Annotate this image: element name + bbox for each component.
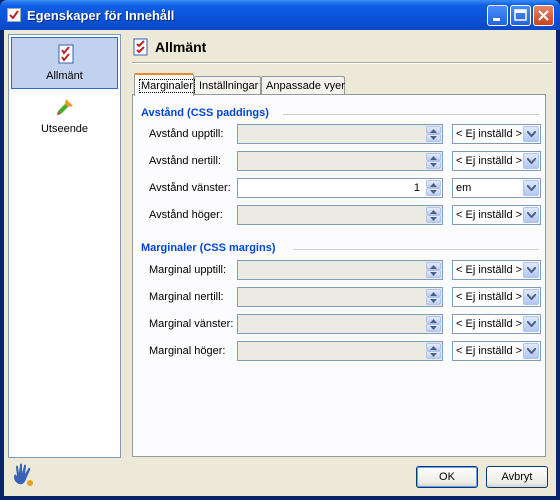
field-value: 1	[413, 182, 420, 194]
row-label: Marginal vänster:	[149, 318, 234, 330]
padding-top-unit-select[interactable]: < Ej inställd >	[452, 124, 541, 144]
row-label: Avstånd nertill:	[149, 155, 221, 167]
spin-up-icon[interactable]	[426, 153, 441, 161]
spin-buttons[interactable]	[426, 316, 441, 332]
select-value: < Ej inställd >	[456, 155, 523, 167]
app-icon	[7, 8, 21, 22]
window-title: Egenskaper för Innehåll	[27, 8, 175, 23]
checklist-icon	[132, 38, 150, 56]
minimize-button[interactable]	[487, 5, 508, 26]
header-divider	[132, 62, 552, 64]
row-label: Avstånd höger:	[149, 209, 223, 221]
padding-bottom-input[interactable]	[237, 151, 443, 171]
spin-up-icon[interactable]	[426, 180, 441, 188]
dialog-window: Egenskaper för Innehåll Allmänt Utseende	[0, 0, 560, 500]
select-value: < Ej inställd >	[456, 209, 523, 221]
group-divider	[293, 249, 539, 250]
spin-up-icon[interactable]	[426, 262, 441, 270]
chevron-down-icon[interactable]	[523, 126, 539, 142]
row-label: Marginal höger:	[149, 345, 226, 357]
row-label: Avstånd vänster:	[149, 182, 231, 194]
spin-up-icon[interactable]	[426, 343, 441, 351]
tab-anpassade-vyer[interactable]: Anpassade vyer	[261, 76, 345, 95]
chevron-down-icon[interactable]	[523, 207, 539, 223]
spin-buttons[interactable]	[426, 343, 441, 359]
padding-right-unit-select[interactable]: < Ej inställd >	[452, 205, 541, 225]
cancel-button[interactable]: Avbryt	[486, 466, 548, 488]
paintbrush-icon	[55, 97, 75, 117]
chevron-down-icon[interactable]	[523, 262, 539, 278]
select-value: < Ej inställd >	[456, 318, 523, 330]
padding-bottom-unit-select[interactable]: < Ej inställd >	[452, 151, 541, 171]
spin-down-icon[interactable]	[426, 270, 441, 278]
group-title-margins: Marginaler (CSS margins)	[141, 242, 276, 254]
margin-bottom-unit-select[interactable]: < Ej inställd >	[452, 287, 541, 307]
padding-right-input[interactable]	[237, 205, 443, 225]
spin-buttons[interactable]	[426, 262, 441, 278]
select-value: < Ej inställd >	[456, 128, 523, 140]
spin-buttons[interactable]	[426, 289, 441, 305]
tab-panel: Avstånd (CSS paddings) Avstånd upptill: …	[132, 94, 546, 457]
chevron-down-icon[interactable]	[523, 289, 539, 305]
tab-marginaler[interactable]: Marginaler	[134, 73, 195, 96]
hand-logo-icon	[10, 462, 36, 488]
row-label: Marginal nertill:	[149, 291, 224, 303]
margin-bottom-input[interactable]	[237, 287, 443, 307]
select-value: < Ej inställd >	[456, 345, 523, 357]
spin-buttons[interactable]	[426, 207, 441, 223]
sidebar-item-label: Allmänt	[46, 70, 83, 82]
margin-left-input[interactable]	[237, 314, 443, 334]
sidebar-item-allmant[interactable]: Allmänt	[11, 37, 118, 89]
select-value: < Ej inställd >	[456, 264, 523, 276]
sidebar-item-label: Utseende	[40, 123, 89, 135]
margin-top-input[interactable]	[237, 260, 443, 280]
ok-button[interactable]: OK	[416, 466, 478, 488]
group-title-paddings: Avstånd (CSS paddings)	[141, 107, 269, 119]
close-button[interactable]	[533, 5, 554, 26]
category-sidebar: Allmänt Utseende	[8, 34, 121, 458]
row-label: Avstånd upptill:	[149, 128, 224, 140]
maximize-button[interactable]	[510, 5, 531, 26]
spin-buttons[interactable]	[426, 126, 441, 142]
checklist-icon	[56, 44, 76, 64]
select-value: < Ej inställd >	[456, 291, 523, 303]
spin-down-icon[interactable]	[426, 351, 441, 359]
margin-left-unit-select[interactable]: < Ej inställd >	[452, 314, 541, 334]
select-value: em	[456, 182, 472, 194]
tab-installningar[interactable]: Inställningar	[194, 76, 261, 95]
page-title: Allmänt	[155, 39, 207, 55]
spin-up-icon[interactable]	[426, 316, 441, 324]
chevron-down-icon[interactable]	[523, 343, 539, 359]
spin-down-icon[interactable]	[426, 188, 441, 196]
spin-down-icon[interactable]	[426, 297, 441, 305]
title-bar[interactable]: Egenskaper för Innehåll	[0, 0, 560, 30]
padding-left-input[interactable]: 1	[237, 178, 443, 198]
spin-down-icon[interactable]	[426, 134, 441, 142]
padding-left-unit-select[interactable]: em	[452, 178, 541, 198]
spin-buttons[interactable]	[426, 153, 441, 169]
chevron-down-icon[interactable]	[523, 180, 539, 196]
spin-up-icon[interactable]	[426, 207, 441, 215]
spin-down-icon[interactable]	[426, 215, 441, 223]
spin-down-icon[interactable]	[426, 324, 441, 332]
row-label: Marginal upptill:	[149, 264, 227, 276]
margin-top-unit-select[interactable]: < Ej inställd >	[452, 260, 541, 280]
margin-right-input[interactable]	[237, 341, 443, 361]
chevron-down-icon[interactable]	[523, 153, 539, 169]
spin-up-icon[interactable]	[426, 289, 441, 297]
sidebar-item-utseende[interactable]: Utseende	[11, 91, 118, 143]
spin-down-icon[interactable]	[426, 161, 441, 169]
spin-up-icon[interactable]	[426, 126, 441, 134]
padding-top-input[interactable]	[237, 124, 443, 144]
group-divider	[283, 114, 539, 115]
margin-right-unit-select[interactable]: < Ej inställd >	[452, 341, 541, 361]
dialog-body: Allmänt Utseende Allmänt Marginaler Inst…	[4, 30, 556, 496]
chevron-down-icon[interactable]	[523, 316, 539, 332]
spin-buttons[interactable]	[426, 180, 441, 196]
